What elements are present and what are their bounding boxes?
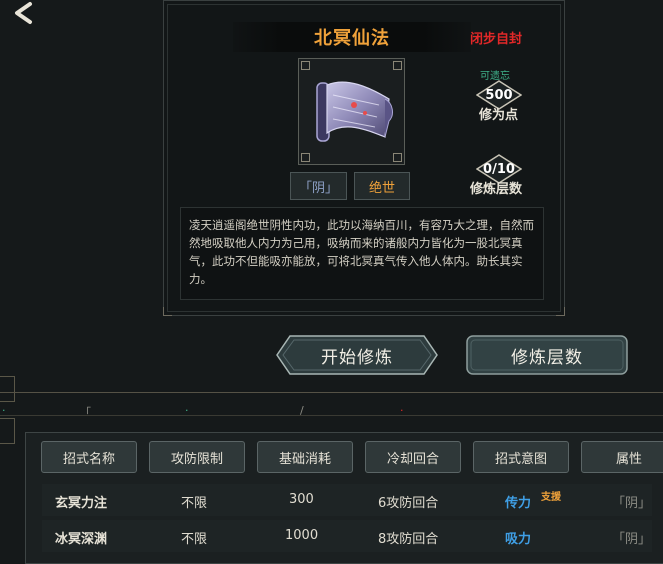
yin-tag: 「阴」 [290, 172, 347, 200]
technique-description: 凌天逍遥阁绝世阴性内功，此功以海纳百川，有容乃大之理，自然而然地吸取他人内力为己… [180, 207, 544, 300]
divider-ornament [0, 376, 15, 402]
panel-corner [163, 307, 172, 316]
technique-title: 北冥仙法 [314, 28, 390, 49]
scroll-icon [316, 81, 393, 142]
skill-attribute: 「阴」 [612, 496, 652, 511]
section-divider [0, 415, 663, 416]
header-intent[interactable]: 招式意图 [473, 441, 569, 473]
header-cooldown[interactable]: 冷却回合 [365, 441, 461, 473]
support-badge: 支援 [541, 492, 561, 503]
skill-row[interactable]: 玄冥力注 不限 300 6攻防回合 传力 支援 「阴」 [42, 484, 652, 516]
header-skill-name[interactable]: 招式名称 [41, 441, 137, 473]
skill-cooldown: 8攻防回合 [378, 532, 439, 547]
skill-intent: 传力 [505, 496, 532, 511]
skill-row[interactable]: 冰冥深渊 不限 1000 8攻防回合 吸力 「阴」 [42, 520, 652, 552]
technique-icon-frame [298, 58, 405, 165]
start-cultivation-label: 开始修炼 [321, 347, 393, 368]
header-base-cost[interactable]: 基础消耗 [257, 441, 353, 473]
skill-cost: 300 [289, 492, 314, 507]
skill-cost: 1000 [285, 528, 319, 543]
section-divider [0, 392, 663, 393]
cultivation-layers-button[interactable]: 修炼层数 [466, 335, 628, 375]
panel-corner [556, 307, 565, 316]
skill-limit: 不限 [181, 496, 208, 511]
header-attack-limit[interactable]: 攻防限制 [149, 441, 245, 473]
peerless-tag: 绝世 [354, 172, 410, 200]
skill-name: 玄冥力注 [55, 496, 108, 511]
layers-value: 0/10 [483, 161, 515, 177]
skill-attribute: 「阴」 [612, 532, 652, 547]
sealed-status: 闭步自封 [470, 32, 523, 47]
back-button[interactable] [8, 0, 38, 28]
skill-name: 冰冥深渊 [55, 532, 108, 547]
cultivation-points-label: 修为点 [479, 108, 519, 123]
cultivation-points-value: 500 [485, 87, 513, 103]
technique-title-bar: 北冥仙法 [233, 22, 471, 52]
skill-limit: 不限 [181, 532, 208, 547]
clipped-tab-strip: · 「 · / · [2, 404, 404, 415]
cultivation-layers-label: 修炼层数 [511, 347, 583, 368]
back-arrow-icon [15, 2, 32, 24]
layers-label: 修炼层数 [470, 182, 523, 197]
skill-intent: 吸力 [505, 532, 532, 547]
divider-ornament [0, 418, 15, 444]
skill-cooldown: 6攻防回合 [378, 496, 439, 511]
start-cultivation-button[interactable]: 开始修炼 [276, 335, 438, 375]
header-attribute[interactable]: 属性 [581, 441, 663, 473]
